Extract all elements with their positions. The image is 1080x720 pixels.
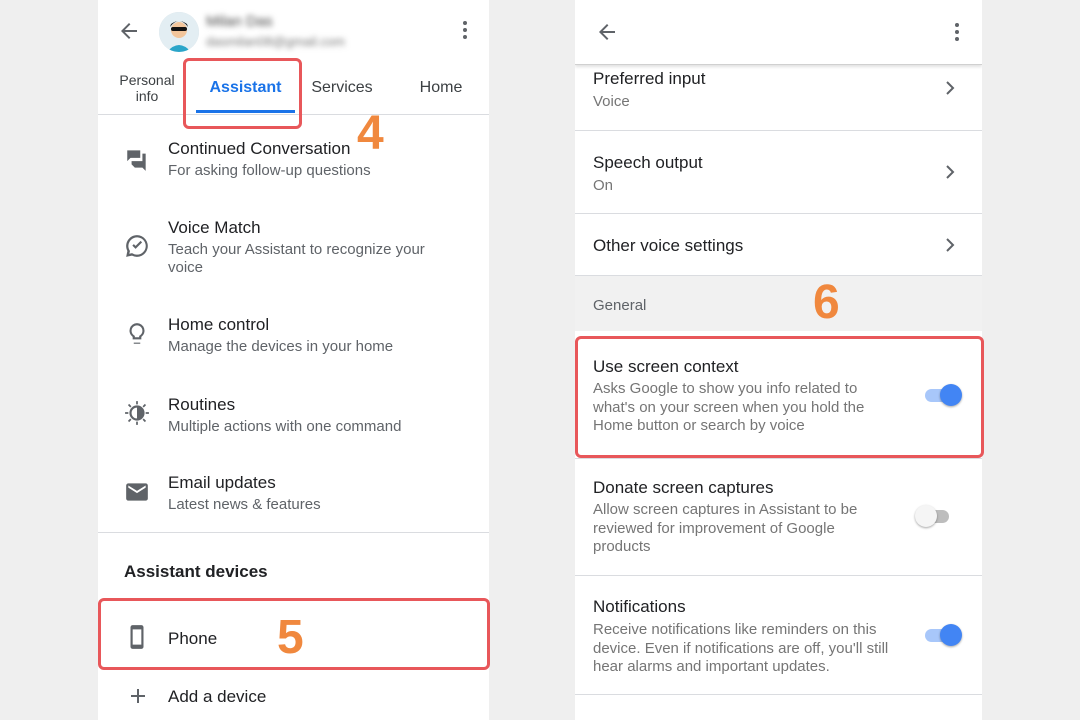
setting-title: Other voice settings — [593, 236, 744, 255]
setting-title: Donate screen captures — [593, 478, 774, 497]
chevron-right-icon — [946, 81, 955, 95]
item-subtitle: Latest news & features — [168, 496, 321, 513]
list-item-home-control[interactable]: Home control Manage the devices in your … — [98, 305, 489, 370]
setting-notifications[interactable]: Notifications Receive notifications like… — [575, 576, 982, 695]
item-subtitle: For asking follow-up questions — [168, 162, 371, 179]
item-subtitle: Multiple actions with one command — [168, 418, 402, 435]
list-item-email-updates[interactable]: Email updates Latest news & features — [98, 465, 489, 525]
account-email: dasmilan08@gmail.com — [206, 34, 345, 49]
back-arrow-icon[interactable] — [117, 19, 141, 43]
account-name: Milan Das — [206, 13, 273, 30]
lightbulb-icon — [129, 323, 145, 344]
voice-match-icon — [126, 235, 148, 257]
top-app-bar — [575, 0, 982, 65]
highlight-screen-context — [575, 336, 984, 458]
tab-personal-info[interactable]: Personal info — [116, 72, 178, 104]
list-item-voice-match[interactable]: Voice Match Teach your Assistant to reco… — [98, 210, 489, 290]
chevron-right-icon — [946, 238, 955, 252]
mail-icon — [126, 483, 148, 501]
donate-captures-toggle[interactable] — [915, 504, 955, 528]
setting-donate-screen-captures[interactable]: Donate screen captures Allow screen capt… — [575, 459, 982, 576]
notifications-toggle[interactable] — [923, 623, 963, 647]
item-subtitle: Teach your Assistant to recognize your v… — [168, 241, 425, 276]
section-label: General — [593, 297, 647, 314]
setting-description: Allow screen captures in Assistant to be… — [593, 501, 858, 555]
tab-home[interactable]: Home — [406, 79, 476, 97]
setting-speech-output[interactable]: Speech output On — [575, 131, 982, 214]
setting-title: Preferred input — [593, 69, 706, 88]
setting-title: Speech output — [593, 153, 703, 172]
step-number-6: 6 — [813, 276, 840, 329]
add-device-label: Add a device — [168, 687, 267, 706]
chevron-right-icon — [946, 165, 955, 179]
chat-icon — [127, 150, 146, 171]
list-item-continued-conversation[interactable]: Continued Conversation For asking follow… — [98, 130, 489, 200]
list-item-routines[interactable]: Routines Multiple actions with one comma… — [98, 385, 489, 450]
tab-services[interactable]: Services — [302, 79, 382, 97]
setting-value: Voice — [593, 93, 630, 110]
highlight-assistant-tab — [183, 58, 302, 129]
setting-other-voice[interactable]: Other voice settings — [575, 214, 982, 276]
back-arrow-icon[interactable] — [595, 20, 619, 44]
section-divider — [98, 532, 489, 533]
step-number-4: 4 — [357, 107, 384, 160]
more-options-icon[interactable] — [954, 23, 960, 43]
add-device-button[interactable]: Add a device — [98, 676, 489, 720]
item-title: Home control — [168, 315, 270, 334]
setting-value: On — [593, 177, 614, 194]
routines-icon — [125, 401, 149, 425]
setting-title: Notifications — [593, 597, 686, 616]
item-subtitle: Manage the devices in your home — [168, 338, 394, 355]
avatar-cartoon-icon — [159, 12, 199, 52]
item-title: Routines — [168, 395, 236, 414]
setting-description: Receive notifications like reminders on … — [593, 621, 889, 675]
plus-icon — [131, 689, 145, 703]
item-title: Voice Match — [168, 218, 261, 237]
section-header-general: General — [575, 276, 982, 331]
assistant-devices-heading: Assistant devices — [124, 562, 268, 581]
item-title: Continued Conversation — [168, 139, 351, 158]
avatar[interactable] — [159, 12, 199, 52]
item-title: Email updates — [168, 473, 276, 492]
more-options-icon[interactable] — [462, 21, 468, 41]
step-number-5: 5 — [277, 611, 304, 664]
